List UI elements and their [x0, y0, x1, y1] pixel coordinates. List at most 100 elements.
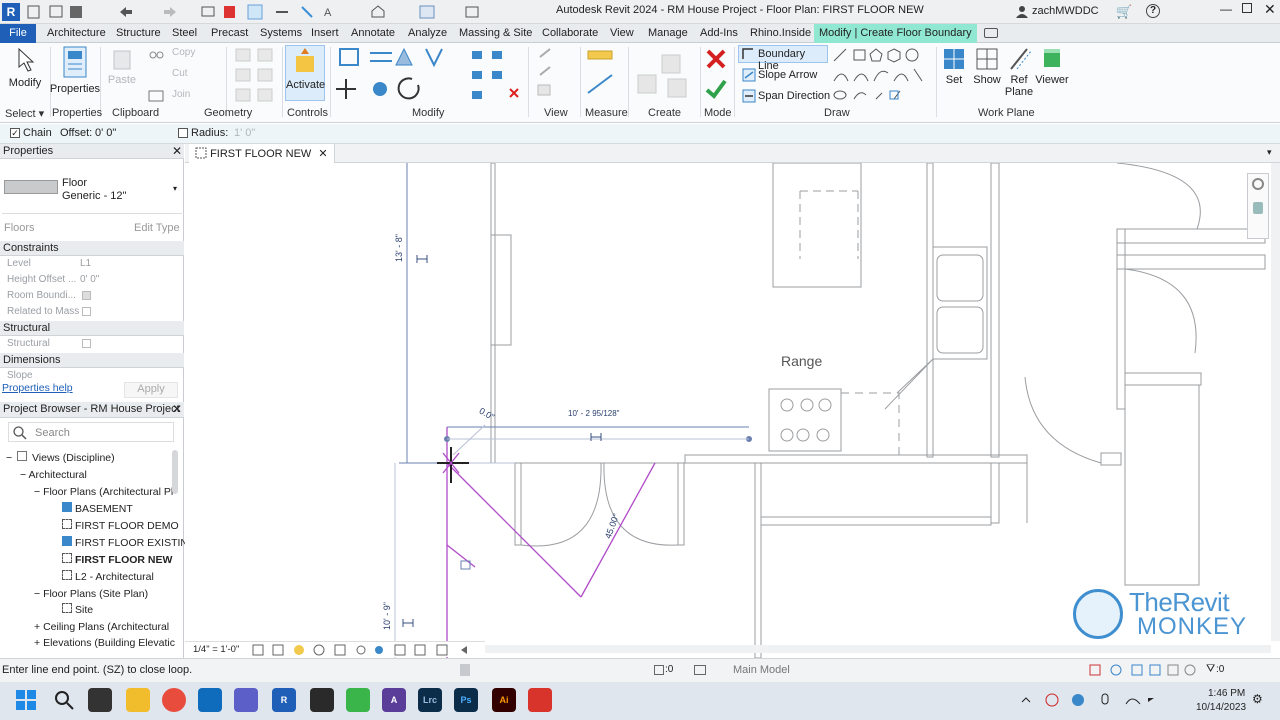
panel-select[interactable]: Select ▾	[5, 107, 44, 120]
user-name[interactable]: zachMWDDC	[1032, 5, 1099, 17]
clipboard-small-icons[interactable]	[146, 45, 168, 105]
view-tools-icons[interactable]	[532, 45, 580, 105]
restore-button[interactable]	[1242, 3, 1252, 13]
tab-steel[interactable]: Steel	[168, 24, 201, 43]
tab-precast[interactable]: Precast	[207, 24, 252, 43]
view-tab-first-floor-new[interactable]: FIRST FLOOR NEW ✕	[189, 144, 335, 163]
tree-site[interactable]: Site	[62, 602, 93, 618]
finish-edit-mode-button[interactable]	[704, 77, 728, 101]
status-toggle-icons[interactable]	[1088, 663, 1198, 677]
app-icon-green[interactable]	[346, 688, 370, 712]
tree-floor-plans-architectural[interactable]: − Floor Plans (Architectural Pl	[34, 484, 173, 500]
radius-checkbox[interactable]	[178, 128, 188, 138]
activate-tool[interactable]: Activate	[285, 45, 325, 101]
tab-add-ins[interactable]: Add-Ins	[696, 24, 742, 43]
edit-type-button[interactable]: Edit Type	[134, 222, 180, 234]
tree-first-floor-demo[interactable]: FIRST FLOOR DEMO	[62, 518, 179, 534]
show-work-plane-button[interactable]: Show	[972, 47, 1002, 86]
filter-icon[interactable]: ⛛	[1206, 663, 1215, 676]
lightroom-icon[interactable]: Lrc	[418, 688, 442, 712]
cut-tool[interactable]: Cut	[172, 68, 188, 79]
tree-architectural[interactable]: − Architectural	[20, 467, 87, 483]
drawing-canvas[interactable]: 13' - 8" 10' - 9" 10' - 2 95/128" 0.0" 4…	[185, 162, 1280, 659]
tree-elevations[interactable]: + Elevations (Building Elevatic	[34, 635, 175, 651]
draw-shape-icons[interactable]	[832, 47, 932, 105]
model-dropdown[interactable]: Main Model	[733, 664, 790, 676]
view-control-icons[interactable]	[251, 644, 477, 656]
tree-l2-architectural[interactable]: L2 - Architectural	[62, 569, 154, 585]
ribbon-options-icon[interactable]	[984, 28, 998, 38]
tray-icons[interactable]	[1018, 692, 1168, 708]
tab-modify-create-floor-boundary[interactable]: Modify | Create Floor Boundary	[814, 24, 977, 43]
tab-file[interactable]: File	[0, 24, 36, 43]
create-tools-icons[interactable]	[632, 45, 696, 105]
tab-collaborate[interactable]: Collaborate	[538, 24, 602, 43]
cancel-edit-mode-button[interactable]	[704, 47, 728, 71]
chrome-icon[interactable]	[162, 688, 186, 712]
scale-dropdown[interactable]: 1/4" = 1'-0"	[193, 644, 239, 655]
tab-architecture[interactable]: Architecture	[43, 24, 110, 43]
clock-time[interactable]: 1:46 PM	[1208, 688, 1245, 699]
section-constraints[interactable]: Constraints	[0, 241, 184, 256]
tab-massing-site[interactable]: Massing & Site	[455, 24, 536, 43]
tab-insert[interactable]: Insert	[307, 24, 343, 43]
zoom-icon[interactable]	[1253, 202, 1263, 214]
taskbar-search-icon[interactable]	[54, 690, 74, 710]
cart-icon[interactable]: 🛒	[1116, 4, 1132, 20]
tab-manage[interactable]: Manage	[644, 24, 692, 43]
close-icon[interactable]: ✕	[172, 144, 182, 159]
revit-app-icon[interactable]: R	[2, 3, 20, 21]
tree-floor-plans-site[interactable]: − Floor Plans (Site Plan)	[34, 586, 148, 602]
browser-scrollbar[interactable]	[172, 450, 178, 494]
close-window-button[interactable]: ✕	[1264, 1, 1276, 18]
worksets-icon[interactable]	[460, 664, 470, 676]
tab-analyze[interactable]: Analyze	[404, 24, 451, 43]
view-tab-menu-icon[interactable]: ▾	[1267, 147, 1272, 158]
steering-wheel-icon[interactable]	[1252, 178, 1264, 190]
paste-tool[interactable]: Paste	[106, 47, 138, 86]
offset-field[interactable]: 0' 0"	[95, 127, 155, 139]
modify-tools-icons[interactable]	[334, 45, 526, 105]
properties-tool[interactable]: Properties	[50, 45, 100, 103]
teams-icon[interactable]	[234, 688, 258, 712]
help-icon[interactable]: ?	[1146, 4, 1160, 18]
user-icon[interactable]	[1016, 5, 1028, 18]
tab-annotate[interactable]: Annotate	[347, 24, 399, 43]
floor-plan-drawing[interactable]	[185, 162, 1280, 659]
navigation-bar[interactable]	[1247, 173, 1269, 239]
minimize-button[interactable]: —	[1220, 2, 1232, 16]
tree-ceiling-plans[interactable]: + Ceiling Plans (Architectural	[34, 619, 169, 635]
radius-field[interactable]: 1' 0"	[234, 127, 255, 139]
app-icon-dark[interactable]	[310, 688, 334, 712]
windows-start-icon[interactable]	[16, 690, 36, 710]
geometry-tools-icons[interactable]	[232, 45, 282, 105]
section-structural[interactable]: Structural	[0, 321, 184, 336]
slope-arrow-button[interactable]: Slope Arrow	[740, 67, 830, 85]
sel-count-icon[interactable]	[654, 665, 664, 675]
ref-plane-button[interactable]: Ref Plane	[1004, 47, 1034, 98]
category-dropdown[interactable]: Floors	[4, 222, 35, 234]
tab-view[interactable]: View	[606, 24, 638, 43]
copy-tool[interactable]: Copy	[172, 47, 195, 58]
app-icon-red[interactable]	[528, 688, 552, 712]
tree-first-floor-new[interactable]: FIRST FLOOR NEW	[62, 552, 172, 568]
modify-tool[interactable]: Modify	[6, 47, 44, 95]
type-selector[interactable]: Floor Generic - 12" ▾	[2, 162, 182, 214]
tab-rhino-inside[interactable]: Rhino.Inside	[746, 24, 815, 43]
chain-checkbox[interactable]: ✓	[10, 128, 20, 138]
search-input[interactable]: Search	[8, 422, 174, 442]
horizontal-scrollbar[interactable]	[485, 645, 1271, 653]
set-work-plane-button[interactable]: Set	[940, 47, 968, 86]
dimension-horizontal[interactable]: 10' - 2 95/128"	[568, 409, 620, 418]
photoshop-icon[interactable]: Ps	[454, 688, 478, 712]
join-tool[interactable]: Join	[172, 89, 190, 100]
apply-button[interactable]: Apply	[124, 382, 178, 398]
close-icon[interactable]: ✕	[172, 402, 182, 417]
task-view-icon[interactable]	[88, 688, 112, 712]
outlook-icon[interactable]	[198, 688, 222, 712]
tree-basement[interactable]: BASEMENT	[62, 501, 133, 517]
span-direction-button[interactable]: Span Direction	[740, 88, 834, 106]
close-icon[interactable]: ✕	[318, 148, 327, 160]
viewer-button[interactable]: Viewer	[1034, 47, 1070, 86]
tab-systems[interactable]: Systems	[256, 24, 306, 43]
